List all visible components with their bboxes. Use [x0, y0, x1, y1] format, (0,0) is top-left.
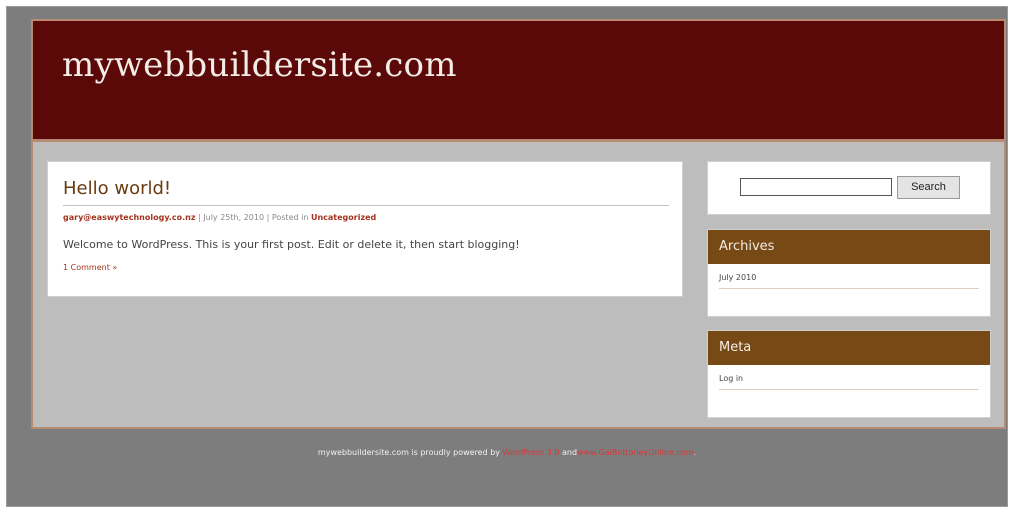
footer-wordpress-link[interactable]: WordPress 3.0: [503, 448, 560, 457]
post-meta: gary@easwytechnology.co.nz | July 25th, …: [63, 213, 376, 222]
post-author-link[interactable]: gary@easwytechnology.co.nz: [63, 213, 195, 222]
post-date: July 25th, 2010: [203, 213, 265, 222]
meta-widget: Meta Log in: [707, 330, 991, 418]
site-title-link[interactable]: mywebbuildersite.com: [62, 45, 457, 85]
browser-viewport: mywebbuildersite.com Hello world! gary@e…: [6, 6, 1008, 507]
meta-separator: |: [198, 213, 201, 222]
footer-text: mywebbuildersite.com is proudly powered …: [317, 448, 501, 457]
site-footer: mywebbuildersite.com is proudly powered …: [7, 448, 1007, 457]
post-category-link[interactable]: Uncategorized: [311, 213, 376, 222]
page-wrapper: mywebbuildersite.com Hello world! gary@e…: [31, 19, 1006, 429]
site-header: mywebbuildersite.com: [33, 21, 1004, 142]
post-comments-link[interactable]: 1 Comment »: [63, 263, 117, 272]
meta-heading: Meta: [708, 331, 990, 365]
footer-period: .: [693, 448, 697, 457]
search-input[interactable]: [740, 178, 892, 196]
archives-heading: Archives: [708, 230, 990, 264]
post-title[interactable]: Hello world!: [63, 178, 171, 199]
search-button[interactable]: Search: [897, 176, 960, 199]
archives-widget: Archives July 2010: [707, 229, 991, 317]
post-title-divider: [63, 205, 669, 206]
footer-and: and: [562, 448, 578, 457]
search-widget: Search: [707, 161, 991, 215]
archive-link-july-2010[interactable]: July 2010: [719, 273, 979, 289]
footer-partner-link[interactable]: www.GaiBottoneyOnline.com: [577, 448, 693, 457]
post-body: Welcome to WordPress. This is your first…: [63, 238, 520, 251]
posted-in-label: Posted in: [271, 213, 309, 222]
post-card: Hello world! gary@easwytechnology.co.nz …: [47, 161, 683, 297]
meta-separator: |: [266, 213, 270, 222]
meta-link-login[interactable]: Log in: [719, 374, 979, 390]
